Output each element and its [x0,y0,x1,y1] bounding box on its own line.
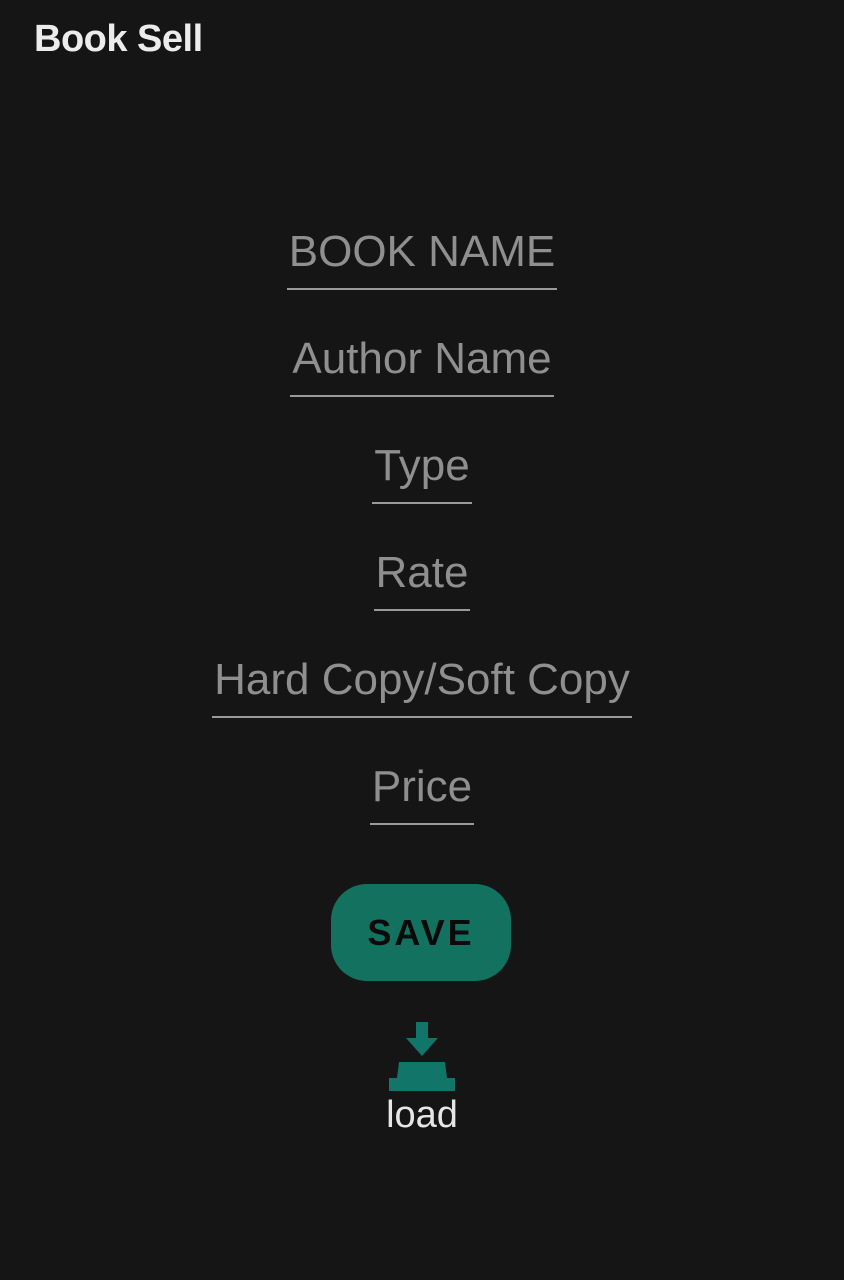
rate-input[interactable]: Rate [373,543,471,611]
download-icon [389,1022,455,1091]
copy-type-field-wrapper: Hard Copy/Soft Copy [0,650,844,718]
load-button[interactable]: load [372,1020,472,1138]
price-input[interactable]: Price [369,757,475,825]
copy-type-input[interactable]: Hard Copy/Soft Copy [212,650,632,718]
rate-field-wrapper: Rate [0,543,844,611]
price-field-wrapper: Price [0,757,844,825]
author-name-input[interactable]: Author Name [290,329,554,397]
author-name-field-wrapper: Author Name [0,329,844,397]
type-field-wrapper: Type [0,436,844,504]
book-name-input[interactable]: BOOK NAME [286,222,558,290]
book-name-field-wrapper: BOOK NAME [0,222,844,290]
save-button[interactable]: SAVE [331,884,511,981]
app-title: Book Sell [34,18,203,60]
type-input[interactable]: Type [372,436,472,504]
load-label: load [386,1094,458,1136]
